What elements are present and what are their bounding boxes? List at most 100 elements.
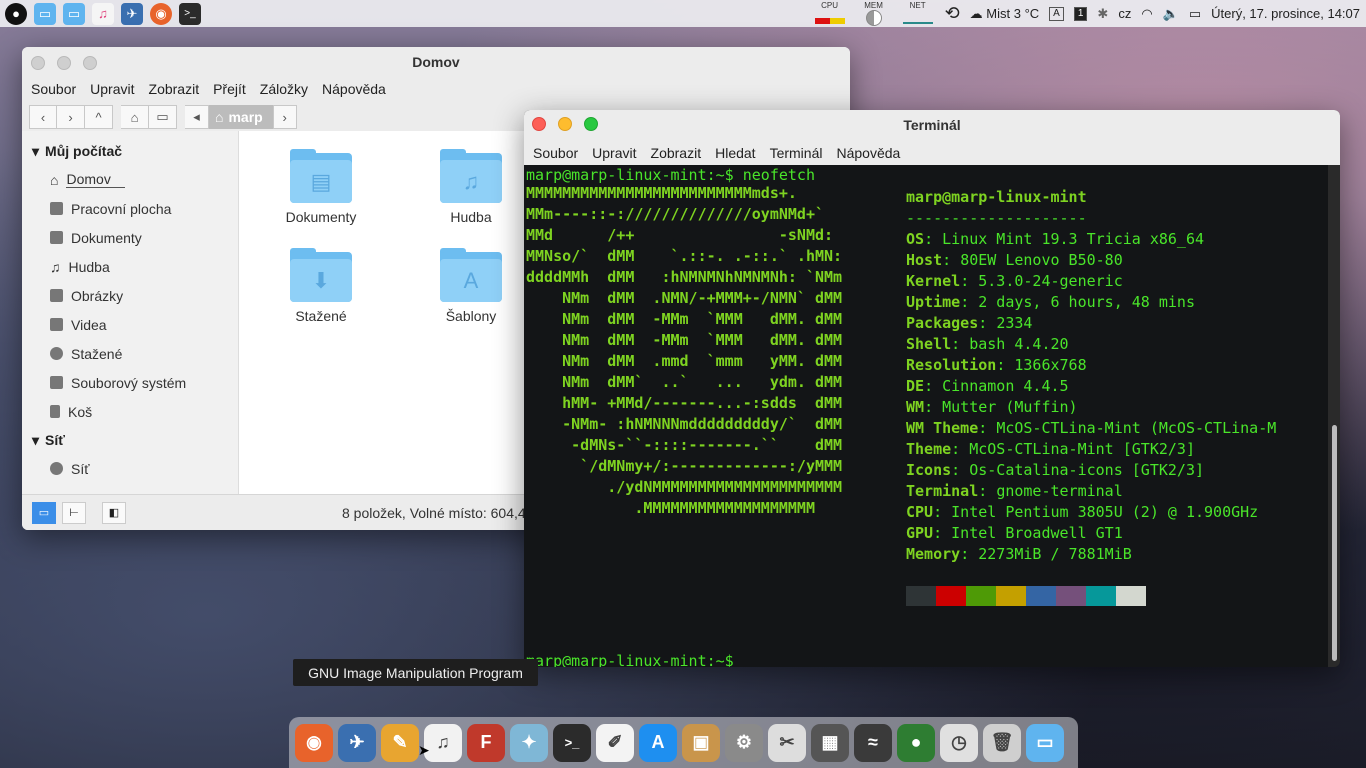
volume-icon[interactable]: 🔈 — [1163, 6, 1179, 22]
status-text: 8 položek, Volné místo: 604,4 GB — [342, 504, 550, 521]
terminal-menubar: Soubor Upravit Zobrazit Hledat Terminál … — [524, 140, 1340, 165]
dock-calculator-icon[interactable]: ▦ — [811, 723, 849, 762]
drive-icon — [50, 376, 63, 389]
firefox-icon[interactable]: ◉ — [150, 2, 172, 25]
sidebar-item-kos[interactable]: Koš — [22, 397, 238, 426]
dock-system-monitor-icon[interactable]: ≈ — [854, 723, 892, 762]
dock-filezilla-icon[interactable]: F — [467, 723, 505, 762]
tree-toggle-button[interactable]: ⊢ — [62, 501, 86, 524]
folder-icon[interactable]: ▭ — [63, 2, 85, 25]
folder-icon[interactable]: ▭ — [34, 2, 56, 25]
battery-icon[interactable]: ▭ — [1189, 6, 1201, 22]
dock-trash-icon[interactable]: 🗑 — [983, 723, 1021, 762]
menu-hledat[interactable]: Hledat — [708, 145, 762, 161]
terminal-scrollbar[interactable] — [1328, 165, 1340, 667]
back-button[interactable]: ‹ — [29, 105, 57, 129]
menu-zobrazit[interactable]: Zobrazit — [644, 145, 709, 161]
fm-titlebar[interactable]: Domov — [22, 47, 850, 77]
info-row: CPU: Intel Pentium 3805U (2) @ 1.900GHz — [906, 503, 1259, 521]
apple-menu-icon[interactable]: ● — [5, 2, 27, 25]
dock-terminal-icon[interactable]: >_ — [553, 723, 591, 762]
minimize-button[interactable] — [558, 117, 572, 131]
breadcrumb[interactable]: ⌂ marp — [209, 105, 273, 129]
sidebar-item-label: Hudba — [68, 258, 110, 275]
palette-swatch — [906, 586, 936, 606]
dock-archive-manager-icon[interactable]: ▣ — [682, 723, 720, 762]
menu-soubor[interactable]: Soubor — [526, 145, 585, 161]
terminal-output[interactable]: marp@marp-linux-mint:~$ neofetch MMMMMMM… — [524, 165, 1328, 667]
path-left-button[interactable]: ◂ — [185, 105, 209, 129]
sidebar-item-stazene[interactable]: Stažené — [22, 339, 238, 368]
dock: ◉ ✈ ✎ ♫ F ✦ >_ ✐ A ▣ ⚙ ✂ ▦ ≈ ● ◷ 🗑 ▭ — [289, 717, 1078, 768]
menu-upravit[interactable]: Upravit — [83, 81, 141, 97]
sidebar-item-videa[interactable]: Videa — [22, 310, 238, 339]
maximize-button[interactable] — [584, 117, 598, 131]
sidebar-section-my-computer[interactable]: ▾ Můj počítač — [22, 137, 238, 165]
update-icon[interactable]: ⟲ — [945, 3, 960, 24]
dock-image-viewer-icon[interactable]: ✈ — [338, 723, 376, 762]
path-right-button[interactable]: › — [272, 105, 297, 129]
file-item-hudba[interactable]: ♫ Hudba — [416, 149, 526, 225]
weather-applet[interactable]: ☁ Mist 3 °C — [970, 6, 1040, 22]
terminal-titlebar[interactable]: Terminál — [524, 110, 1340, 140]
sidebar-item-obrazky[interactable]: Obrázky — [22, 281, 238, 310]
menu-terminal[interactable]: Terminál — [763, 145, 830, 161]
menu-prejit[interactable]: Přejít — [206, 81, 253, 97]
palette-swatch — [966, 586, 996, 606]
dock-settings-icon[interactable]: ⚙ — [725, 723, 763, 762]
minimize-button[interactable] — [57, 56, 71, 70]
keyboard-layout[interactable]: cz — [1118, 6, 1131, 21]
home-button[interactable]: ⌂ — [121, 105, 149, 129]
dock-text-editor-icon[interactable]: ✐ — [596, 723, 634, 762]
itunes-icon[interactable]: ♫ — [92, 2, 114, 25]
dock-gimp-icon[interactable]: ✎ — [381, 723, 419, 762]
image-viewer-icon[interactable]: ✈ — [121, 2, 143, 25]
menu-napoveda[interactable]: Nápověda — [315, 81, 393, 97]
cpu-monitor[interactable]: CPU — [813, 1, 847, 26]
dock-preview-icon[interactable]: ✦ — [510, 723, 548, 762]
file-item-sablony[interactable]: A Šablony — [416, 248, 526, 324]
clock-text[interactable]: Úterý, 17. prosince, 14:07 — [1211, 6, 1360, 21]
scrollbar-thumb[interactable] — [1332, 425, 1337, 661]
menu-soubor[interactable]: Soubor — [24, 81, 83, 97]
dock-files-icon[interactable]: ▭ — [1026, 723, 1064, 762]
menu-napoveda[interactable]: Nápověda — [829, 145, 907, 161]
computer-button[interactable]: ▭ — [149, 105, 177, 129]
sidebar-item-souborovy-system[interactable]: Souborový systém — [22, 368, 238, 397]
workspace-indicator[interactable]: 1 — [1073, 6, 1088, 21]
file-item-dokumenty[interactable]: ▤ Dokumenty — [266, 149, 376, 225]
mem-monitor[interactable]: MEM — [857, 1, 891, 26]
menu-upravit[interactable]: Upravit — [585, 145, 643, 161]
up-button[interactable]: ^ — [85, 105, 113, 129]
forward-button[interactable]: › — [57, 105, 85, 129]
sidebar-item-pracovni-plocha[interactable]: Pracovní plocha — [22, 194, 238, 223]
menu-zalozky[interactable]: Záložky — [253, 81, 315, 97]
terminal-icon[interactable]: >_ — [179, 2, 201, 25]
wifi-icon[interactable]: ◠ — [1141, 6, 1152, 22]
keyboard-a-indicator[interactable]: A — [1049, 6, 1064, 21]
dock-tweaks-icon[interactable]: ✂ — [768, 723, 806, 762]
close-button[interactable] — [532, 117, 546, 131]
dock-clock-icon[interactable]: ◷ — [940, 723, 978, 762]
info-row: DE: Cinnamon 4.4.5 — [906, 377, 1069, 395]
sidebar-item-hudba[interactable]: ♫ Hudba — [22, 252, 238, 281]
mouse-cursor-icon: ➤ — [418, 742, 430, 758]
info-key: Terminal — [906, 482, 979, 500]
sidebar-item-dokumenty[interactable]: Dokumenty — [22, 223, 238, 252]
sidebar-item-sit[interactable]: Síť — [22, 454, 238, 483]
hide-sidebar-button[interactable]: ◧ — [102, 501, 126, 524]
dock-app-store-icon[interactable]: A — [639, 723, 677, 762]
dock-firefox-icon[interactable]: ◉ — [295, 723, 333, 762]
bluetooth-icon[interactable]: ✱ — [1097, 6, 1108, 22]
dock-disks-icon[interactable]: ● — [897, 723, 935, 762]
menu-zobrazit[interactable]: Zobrazit — [142, 81, 207, 97]
maximize-button[interactable] — [83, 56, 97, 70]
info-value: bash 4.4.20 — [969, 335, 1069, 353]
places-toggle-button[interactable]: ▭ — [32, 501, 56, 524]
file-item-stazene[interactable]: ⬇ Stažené — [266, 248, 376, 324]
close-button[interactable] — [31, 56, 45, 70]
net-monitor[interactable]: NET — [901, 1, 935, 26]
sidebar-section-sit[interactable]: ▾ Síť — [22, 426, 238, 454]
sidebar-item-domov[interactable]: ⌂ Domov — [22, 165, 238, 194]
info-row: Uptime: 2 days, 6 hours, 48 mins — [906, 293, 1195, 311]
